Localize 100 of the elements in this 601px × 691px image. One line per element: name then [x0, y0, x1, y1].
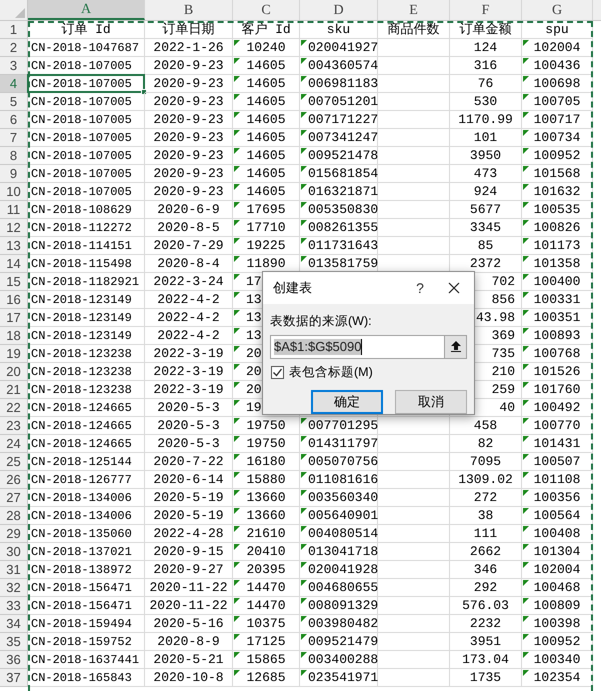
row-header[interactable]: 9: [0, 165, 28, 183]
table-cell: 2020-5-3: [157, 401, 220, 414]
table-cell: 100734: [534, 131, 580, 144]
row-header[interactable]: 29: [0, 525, 28, 543]
row-header[interactable]: 15: [0, 273, 28, 291]
table-cell: 100705: [534, 95, 580, 108]
table-cell: 102004: [534, 41, 580, 54]
row-header[interactable]: 36: [0, 651, 28, 669]
table-cell: 210: [492, 365, 515, 378]
row-header[interactable]: 26: [0, 471, 28, 489]
table-cell: 13: [246, 329, 262, 342]
table-cell: 101108: [534, 473, 580, 486]
table-cell: 100826: [534, 221, 580, 234]
table-cell: 100770: [534, 419, 580, 432]
row-header[interactable]: 22: [0, 399, 28, 417]
column-header[interactable]: C: [233, 0, 300, 20]
table-cell: 100468: [534, 581, 580, 594]
row-header[interactable]: 21: [0, 381, 28, 399]
row-header[interactable]: 34: [0, 615, 28, 633]
table-cell: 2020-9-23: [153, 113, 224, 126]
table-cell: 005070756: [308, 455, 378, 468]
column-header[interactable]: F: [450, 0, 522, 20]
row-header[interactable]: 5: [0, 93, 28, 111]
row-header[interactable]: 14: [0, 255, 28, 273]
table-cell: 19225: [246, 239, 286, 252]
table-cell: CN-2018-156471: [31, 600, 132, 612]
row-header[interactable]: 25: [0, 453, 28, 471]
column-title: 商品件数: [388, 23, 440, 36]
table-cell: 19: [246, 401, 262, 414]
table-cell: 2022-4-2: [157, 329, 220, 342]
table-cell: 17695: [246, 203, 286, 216]
table-cell: 007051201: [308, 95, 378, 108]
row-header[interactable]: 20: [0, 363, 28, 381]
row-header[interactable]: 10: [0, 183, 28, 201]
row-header[interactable]: 12: [0, 219, 28, 237]
row-header[interactable]: 3: [0, 57, 28, 75]
table-cell: 2020-7-29: [153, 239, 224, 252]
table-cell: 014311797: [308, 437, 378, 450]
ok-button[interactable]: 确定: [311, 390, 383, 414]
table-cell: 003980482: [308, 617, 378, 630]
row-header[interactable]: 2: [0, 39, 28, 57]
table-cell: 2020-9-23: [153, 77, 224, 90]
table-cell: CN-2018-107005: [31, 78, 132, 90]
row-header[interactable]: 7: [0, 129, 28, 147]
table-cell: CN-2018-156471: [31, 582, 132, 594]
table-cell: 007701295: [308, 419, 378, 432]
row-header[interactable]: 35: [0, 633, 28, 651]
column-header[interactable]: G: [522, 0, 593, 20]
table-cell: 100351: [534, 311, 580, 324]
column-header[interactable]: A: [28, 0, 145, 20]
table-cell: 2232: [470, 617, 502, 630]
table-cell: CN-2018-112272: [31, 222, 132, 234]
row-header[interactable]: 31: [0, 561, 28, 579]
row-header[interactable]: 24: [0, 435, 28, 453]
table-cell: 5677: [470, 203, 502, 216]
table-cell: CN-2018-124665: [31, 402, 132, 414]
help-button[interactable]: ?: [408, 276, 432, 300]
table-cell: 005350830: [308, 203, 378, 216]
row-header[interactable]: 37: [0, 669, 28, 687]
row-header[interactable]: 23: [0, 417, 28, 435]
table-cell: 2020-9-23: [153, 149, 224, 162]
row-header[interactable]: 4: [0, 75, 28, 93]
range-input-field[interactable]: $A$1:$G$5090: [270, 334, 467, 359]
table-cell: 100952: [534, 635, 580, 648]
table-cell: CN-2018-124665: [31, 438, 132, 450]
table-cell: 013041718: [308, 545, 378, 558]
table-cell: CN-2018-159752: [31, 636, 132, 648]
row-header[interactable]: 17: [0, 309, 28, 327]
row-header[interactable]: 8: [0, 147, 28, 165]
table-cell: 100535: [534, 203, 580, 216]
table-cell: CN-2018-107005: [31, 114, 132, 126]
column-header[interactable]: B: [145, 0, 233, 20]
collapse-dialog-button[interactable]: [444, 336, 466, 358]
table-cell: CN-2018-107005: [31, 168, 132, 180]
row-header[interactable]: 16: [0, 291, 28, 309]
column-header[interactable]: D: [300, 0, 378, 20]
table-cell: 16180: [246, 455, 286, 468]
row-header[interactable]: 18: [0, 327, 28, 345]
row-header[interactable]: 11: [0, 201, 28, 219]
table-cell: CN-2018-107005: [31, 132, 132, 144]
row-header[interactable]: 13: [0, 237, 28, 255]
row-header[interactable]: 19: [0, 345, 28, 363]
row-header[interactable]: 27: [0, 489, 28, 507]
row-header[interactable]: 30: [0, 543, 28, 561]
table-cell: 292: [474, 581, 498, 594]
row-header[interactable]: 28: [0, 507, 28, 525]
row-header[interactable]: 1: [0, 21, 28, 39]
table-cell: 20: [246, 347, 262, 360]
row-header[interactable]: 6: [0, 111, 28, 129]
table-cell: 100768: [534, 347, 580, 360]
table-cell: 100400: [534, 275, 580, 288]
row-header[interactable]: 33: [0, 597, 28, 615]
table-cell: 102004: [534, 563, 580, 576]
table-cell: 2020-6-14: [153, 473, 224, 486]
column-header[interactable]: E: [378, 0, 450, 20]
cancel-button[interactable]: 取消: [395, 390, 467, 414]
checkbox[interactable]: [271, 366, 284, 379]
row-header[interactable]: 32: [0, 579, 28, 597]
table-cell: CN-2018-123238: [31, 384, 132, 396]
table-cell: 100356: [534, 491, 580, 504]
